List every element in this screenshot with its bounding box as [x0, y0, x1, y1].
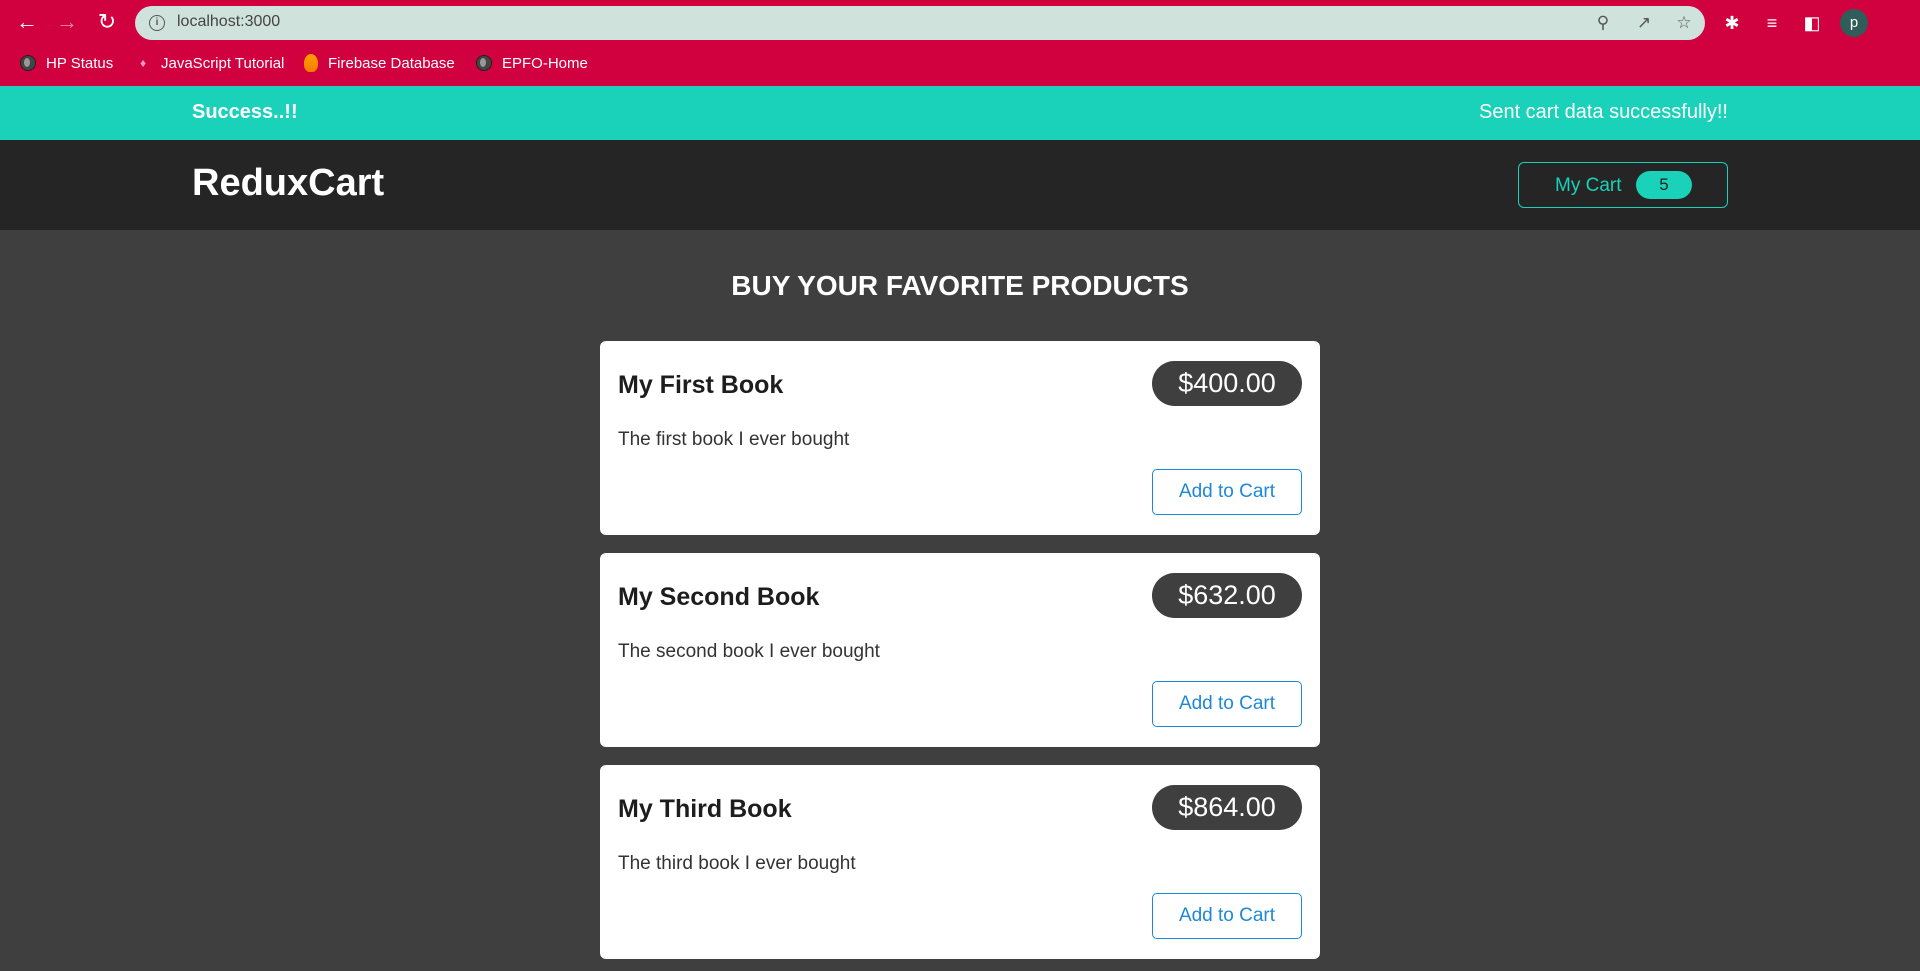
- reload-icon[interactable]: ↻: [92, 8, 122, 36]
- product-title: My Second Book: [618, 583, 820, 611]
- product-title: My Third Book: [618, 795, 792, 823]
- bookmark-javascript-tutorial[interactable]: ♦ JavaScript Tutorial: [135, 52, 284, 74]
- product-description: The first book I ever bought: [618, 429, 850, 450]
- bookmark-label: JavaScript Tutorial: [161, 54, 285, 72]
- bookmark-star-icon[interactable]: ☆: [1673, 12, 1695, 34]
- bookmark-hp-status[interactable]: HP Status: [20, 52, 113, 74]
- share-icon[interactable]: ↗: [1633, 12, 1655, 34]
- page-title: BUY YOUR FAVORITE PRODUCTS: [731, 270, 1189, 301]
- extensions-puzzle-icon[interactable]: ✱: [1719, 10, 1745, 36]
- price-badge: $632.00: [1152, 573, 1302, 618]
- side-panel-icon[interactable]: ◧: [1799, 10, 1825, 36]
- address-bar[interactable]: i localhost:3000 ⚲ ↗ ☆: [135, 6, 1705, 40]
- price-badge: $400.00: [1152, 361, 1302, 406]
- notification-message: Sent cart data successfully!!: [1478, 101, 1728, 123]
- bookmark-label: HP Status: [46, 54, 114, 72]
- cart-count-badge: 5: [1636, 171, 1692, 199]
- profile-avatar[interactable]: p: [1840, 9, 1868, 37]
- bookmark-epfo-home[interactable]: EPFO-Home: [476, 52, 588, 74]
- browser-toolbar: ← → ↻ i localhost:3000 ⚲ ↗ ☆ ✱ ≡ ◧ p HP …: [0, 0, 1920, 86]
- product-title: My First Book: [618, 371, 784, 399]
- add-to-cart-button[interactable]: Add to Cart: [1152, 469, 1302, 515]
- site-info-icon[interactable]: i: [149, 15, 165, 31]
- my-cart-button[interactable]: My Cart 5: [1518, 162, 1728, 208]
- bookmark-firebase-database[interactable]: Firebase Database: [304, 52, 455, 74]
- product-card: My Second Book $632.00 The second book I…: [600, 553, 1320, 747]
- product-card: My Third Book $864.00 The third book I e…: [600, 765, 1320, 959]
- notification-bar: Success..!! Sent cart data successfully!…: [0, 86, 1920, 140]
- firebase-icon: [304, 54, 318, 72]
- forward-arrow-icon[interactable]: →: [52, 8, 82, 36]
- javascript-icon: ♦: [139, 56, 147, 70]
- add-to-cart-button[interactable]: Add to Cart: [1152, 681, 1302, 727]
- app-logo: ReduxCart: [192, 162, 385, 204]
- product-description: The second book I ever bought: [618, 641, 880, 662]
- globe-icon: [20, 55, 36, 71]
- reading-list-icon[interactable]: ≡: [1759, 10, 1785, 36]
- bookmark-label: EPFO-Home: [502, 54, 588, 72]
- bookmark-label: Firebase Database: [328, 54, 455, 72]
- cart-label: My Cart: [1555, 175, 1622, 196]
- zoom-icon[interactable]: ⚲: [1592, 12, 1614, 34]
- back-arrow-icon[interactable]: ←: [12, 8, 42, 36]
- address-bar-url[interactable]: localhost:3000: [177, 13, 280, 31]
- globe-icon: [476, 55, 492, 71]
- product-card: My First Book $400.00 The first book I e…: [600, 341, 1320, 535]
- notification-title: Success..!!: [192, 101, 298, 123]
- product-description: The third book I ever bought: [618, 853, 856, 874]
- add-to-cart-button[interactable]: Add to Cart: [1152, 893, 1302, 939]
- price-badge: $864.00: [1152, 785, 1302, 830]
- app-header: ReduxCart My Cart 5: [0, 140, 1920, 230]
